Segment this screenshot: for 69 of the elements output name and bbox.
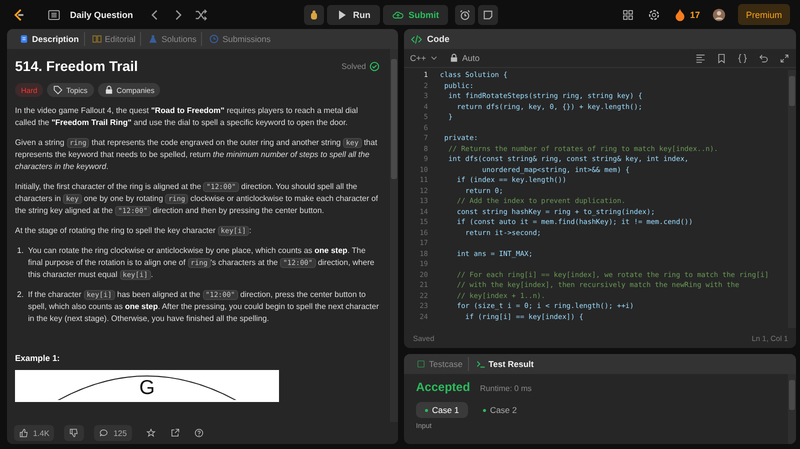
braces-icon[interactable] [737,52,748,64]
like-button[interactable]: 1.4K [14,425,54,441]
example-heading: Example 1: [15,353,61,363]
scrollbar[interactable] [390,49,398,422]
share-icon[interactable] [170,428,180,438]
avatar-icon[interactable] [712,8,726,22]
code-panel-title: Code [427,34,450,44]
dot-icon [425,408,428,412]
logo-icon[interactable] [12,8,26,22]
format-icon[interactable] [695,52,706,64]
clock-icon [209,34,220,44]
debug-button[interactable] [304,4,324,24]
language-dropdown[interactable]: C++ [410,53,440,63]
submit-button[interactable]: Submit [382,4,448,24]
settings-icon[interactable] [646,8,661,22]
lock-icon [449,53,460,63]
undo-icon[interactable] [758,52,769,64]
terminal-icon [476,359,486,369]
comments-button[interactable]: 125 [94,425,132,441]
lock-icon [104,85,114,95]
scrollbar[interactable] [788,70,796,328]
list-number: 2. [17,289,24,301]
shuffle-icon[interactable] [194,8,208,22]
description-paragraph: In the video game Fallout 4, the quest "Road to Freedom" requires players to reach a metal dial called the "Freedom Trail Ring" and use the dial to spell a specific keyword to open the door. [15,105,359,129]
checkbox-icon [416,359,426,369]
thumbs-down-icon [69,428,80,438]
flame-icon[interactable] [672,8,687,22]
alarm-clock-icon [459,8,471,20]
flask-icon [148,34,158,44]
panel-tab[interactable]: Testcase [411,357,469,371]
scrollbar[interactable] [788,374,796,444]
layout-grid-icon[interactable] [620,8,635,22]
streak-count: 17 [690,10,700,20]
verdict-text: Accepted [416,380,470,394]
dot-icon [482,408,486,412]
ring-diagram: G [15,370,279,402]
bookmark-icon[interactable] [716,52,727,64]
expand-icon[interactable] [779,52,790,64]
alarm-clock-button[interactable] [455,4,475,24]
panel-tab[interactable]: Submissions [204,32,276,46]
case-tab[interactable]: Case 2 [474,402,526,418]
help-icon[interactable] [194,428,204,438]
code-icon [411,34,422,44]
auto-mode-button[interactable]: Auto [449,53,480,63]
bug-icon [308,8,320,20]
daily-question-link[interactable]: Daily Question [70,10,134,20]
document-icon [19,34,29,44]
list-icon[interactable] [47,8,61,22]
play-icon [336,8,348,20]
run-button[interactable]: Run [327,4,380,24]
list-number: 1. [17,245,24,257]
case-tab[interactable]: Case 1 [416,402,468,418]
solved-status: Solved [342,62,366,70]
premium-button[interactable]: Premium [738,4,790,25]
check-circle-icon [369,60,380,72]
thumbs-up-icon [19,428,29,438]
panel-tab[interactable]: Description [14,32,85,46]
tag-icon [53,85,64,95]
panel-tab[interactable]: Solutions [143,32,202,46]
problem-title: 514. Freedom Trail [15,58,139,74]
runtime-text: Runtime: 0 ms [480,384,532,393]
note-icon [482,8,494,20]
panel-tab[interactable]: Test Result [470,357,539,371]
note-button[interactable] [478,4,498,24]
comment-icon [99,428,110,438]
panel-tab[interactable]: Editorial [86,32,142,46]
dislike-button[interactable] [64,425,84,441]
star-icon[interactable] [146,428,156,438]
book-icon [92,34,102,44]
